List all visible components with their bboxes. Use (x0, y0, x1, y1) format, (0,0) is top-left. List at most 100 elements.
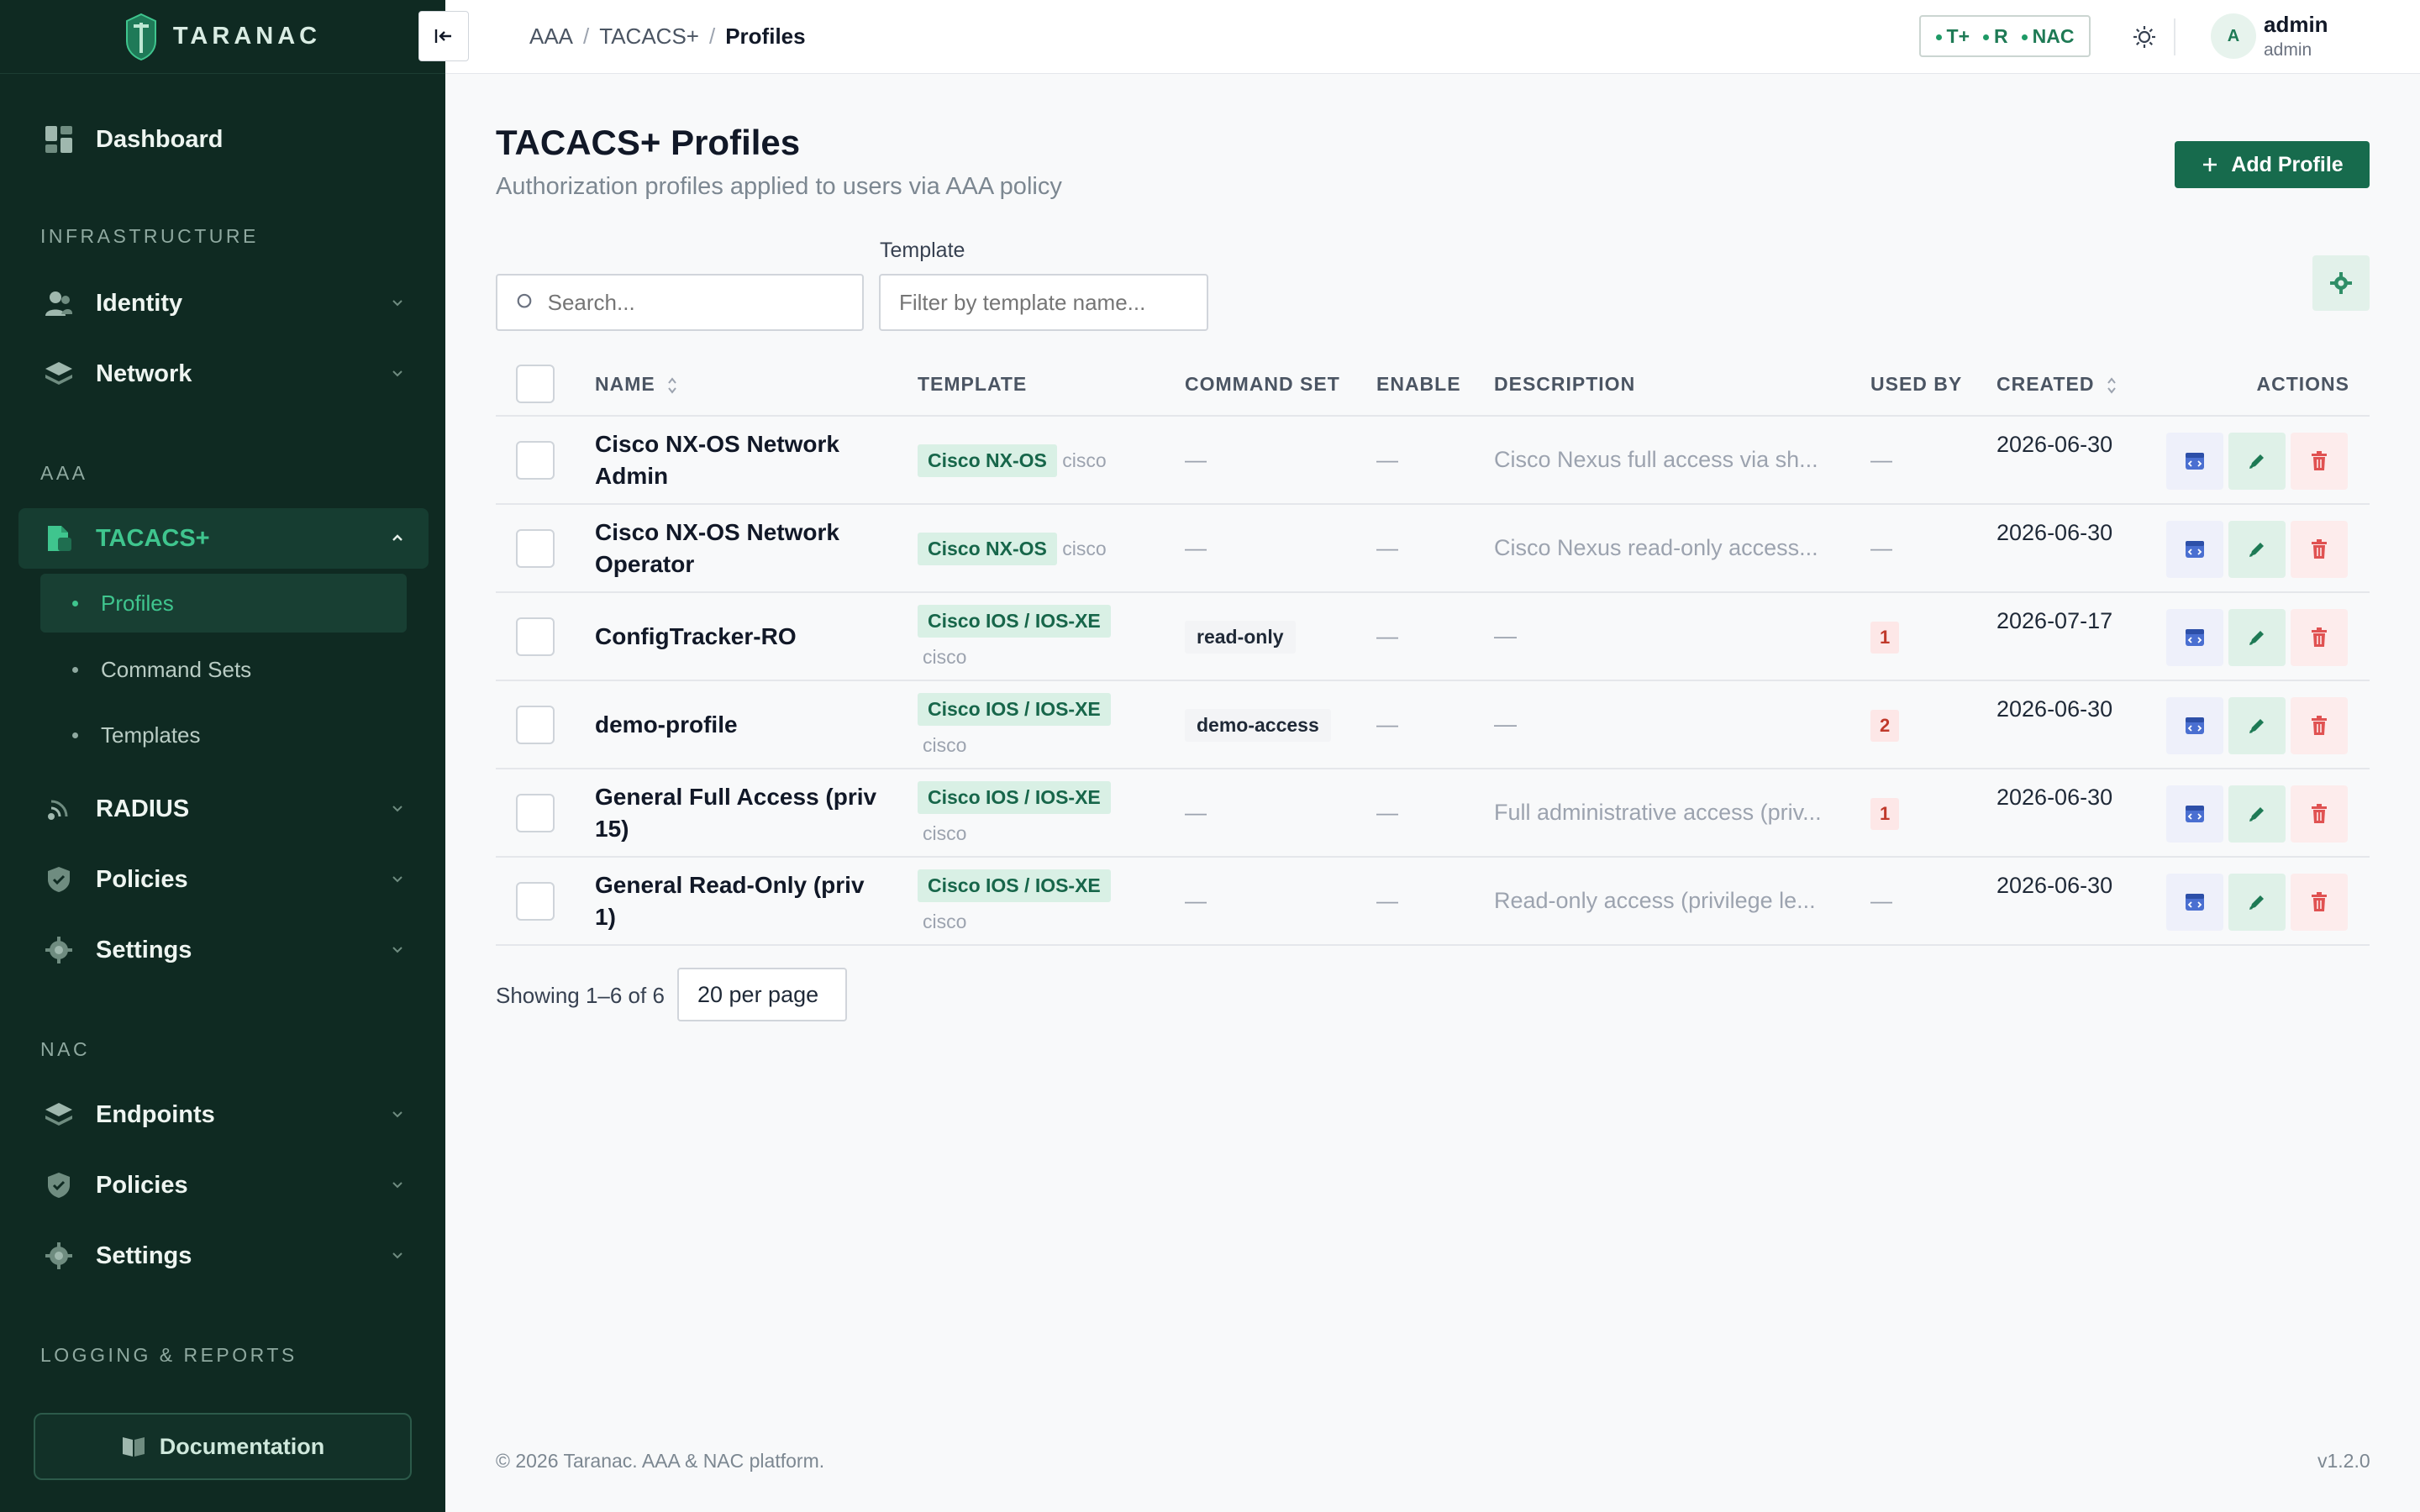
profile-name[interactable]: General Full Access (priv 15) (595, 781, 881, 845)
row-checkbox[interactable] (516, 617, 555, 656)
row-checkbox[interactable] (516, 529, 555, 568)
view-button[interactable] (2166, 433, 2223, 490)
breadcrumb-tacacs[interactable]: TACACS+ (599, 24, 699, 50)
used-by-badge[interactable]: 1 (1870, 622, 1900, 654)
vendor-label: cisco (1062, 449, 1107, 471)
avatar[interactable]: A (2211, 13, 2256, 59)
column-header-created[interactable]: CREATED (1996, 373, 2118, 396)
view-button[interactable] (2166, 697, 2223, 754)
edit-button[interactable] (2228, 609, 2286, 666)
page-title: TACACS+ Profiles (496, 123, 801, 162)
delete-button[interactable] (2291, 609, 2348, 666)
template-tag: Cisco IOS / IOS-XE (918, 605, 1111, 638)
breadcrumb-aaa[interactable]: AAA (529, 24, 573, 50)
profile-name[interactable]: ConfigTracker-RO (595, 621, 881, 653)
command-set-cell: — (1185, 800, 1207, 825)
template-filter-input[interactable] (899, 289, 1207, 316)
profile-name[interactable]: Cisco NX-OS Network Admin (595, 428, 881, 492)
command-set-cell: — (1185, 447, 1207, 472)
pencil-icon (2249, 454, 2264, 469)
sidebar-item-aaa-settings[interactable]: Settings (18, 920, 429, 980)
delete-button[interactable] (2291, 785, 2348, 843)
delete-button[interactable] (2291, 433, 2348, 490)
sidebar-item-aaa-policies[interactable]: Policies (18, 849, 429, 910)
column-header-actions: ACTIONS (2256, 373, 2349, 395)
edit-button[interactable] (2228, 874, 2286, 931)
description-cell: Full administrative access (priv... (1494, 800, 1822, 825)
view-button[interactable] (2166, 874, 2223, 931)
enable-cell: — (1376, 623, 1398, 648)
sidebar-item-radius[interactable]: RADIUS (18, 779, 429, 839)
table-row[interactable]: Cisco NX-OS Network Operator Cisco NX-OS… (496, 505, 2370, 593)
sidebar-item-nac-policies[interactable]: Policies (18, 1155, 429, 1215)
sidebar-subitem-profiles[interactable]: Profiles (40, 574, 407, 633)
gear-icon (44, 935, 74, 965)
sidebar-item-label: Identity (96, 289, 183, 317)
table-row[interactable]: General Read-Only (priv 1) Cisco IOS / I… (496, 858, 2370, 946)
edit-button[interactable] (2228, 521, 2286, 578)
edit-button[interactable] (2228, 785, 2286, 843)
row-checkbox[interactable] (516, 441, 555, 480)
template-cell: Cisco IOS / IOS-XE cisco (918, 605, 1111, 669)
delete-button[interactable] (2291, 521, 2348, 578)
view-button[interactable] (2166, 521, 2223, 578)
table-row[interactable]: General Full Access (priv 15) Cisco IOS … (496, 769, 2370, 858)
pencil-icon (2249, 719, 2264, 733)
column-header-name[interactable]: NAME (595, 373, 678, 396)
add-profile-button[interactable]: Add Profile (2175, 141, 2370, 188)
description-cell: Cisco Nexus full access via sh... (1494, 447, 1818, 472)
command-set-tag[interactable]: demo-access (1185, 709, 1331, 742)
enable-cell: — (1376, 800, 1398, 825)
row-actions (2166, 874, 2348, 931)
table-row[interactable]: Cisco NX-OS Network Admin Cisco NX-OS ci… (496, 417, 2370, 505)
used-by-badge[interactable]: 2 (1870, 710, 1900, 742)
per-page-select[interactable]: 20 per page (677, 968, 847, 1021)
table-row[interactable]: demo-profile Cisco IOS / IOS-XE cisco de… (496, 681, 2370, 769)
created-cell: 2026-06-30 (1996, 520, 2113, 545)
table-settings-button[interactable] (2312, 255, 2370, 311)
trash-icon (2312, 804, 2327, 823)
row-checkbox[interactable] (516, 794, 555, 832)
section-infrastructure: INFRASTRUCTURE (40, 225, 259, 247)
enable-cell: — (1376, 888, 1398, 913)
used-by-badge[interactable]: 1 (1870, 798, 1900, 830)
table-row[interactable]: ConfigTracker-RO Cisco IOS / IOS-XE cisc… (496, 593, 2370, 681)
theme-toggle-button[interactable] (2128, 20, 2161, 54)
collapse-sidebar-button[interactable] (418, 11, 469, 61)
profile-name[interactable]: demo-profile (595, 709, 881, 741)
profile-name[interactable]: General Read-Only (priv 1) (595, 869, 881, 933)
sidebar-item-dashboard[interactable]: Dashboard (18, 109, 429, 170)
view-button[interactable] (2166, 785, 2223, 843)
user-name[interactable]: admin (2264, 12, 2328, 38)
sidebar-subitem-command-sets[interactable]: Command Sets (40, 640, 407, 699)
sort-icon (2107, 377, 2116, 394)
delete-button[interactable] (2291, 874, 2348, 931)
delete-button[interactable] (2291, 697, 2348, 754)
file-shield-icon (44, 523, 74, 554)
search-input[interactable] (547, 289, 862, 316)
row-checkbox[interactable] (516, 706, 555, 744)
sort-icon (668, 377, 676, 394)
edit-button[interactable] (2228, 433, 2286, 490)
pagination-summary: Showing 1–6 of 6 (496, 983, 665, 1008)
trash-icon (2312, 451, 2327, 470)
sidebar-subitem-templates[interactable]: Templates (40, 706, 407, 764)
profile-name[interactable]: Cisco NX-OS Network Operator (595, 517, 881, 580)
command-set-cell: — (1185, 535, 1207, 560)
created-cell: 2026-07-17 (1996, 608, 2113, 633)
brand[interactable]: TARANAC (0, 0, 445, 74)
sidebar-item-nac-settings[interactable]: Settings (18, 1226, 429, 1286)
sidebar-item-identity[interactable]: Identity (18, 273, 429, 333)
sidebar-item-endpoints[interactable]: Endpoints (18, 1084, 429, 1145)
sidebar-item-tacacs[interactable]: TACACS+ (18, 508, 429, 569)
row-checkbox[interactable] (516, 882, 555, 921)
view-button[interactable] (2166, 609, 2223, 666)
column-header-label: CREATED (1996, 373, 2095, 395)
select-all-checkbox[interactable] (516, 365, 555, 403)
command-set-tag[interactable]: read-only (1185, 621, 1296, 654)
pencil-icon (2249, 543, 2264, 557)
edit-button[interactable] (2228, 697, 2286, 754)
documentation-button[interactable]: Documentation (34, 1413, 412, 1480)
template-tag: Cisco IOS / IOS-XE (918, 693, 1111, 726)
sidebar-item-network[interactable]: Network (18, 344, 429, 404)
